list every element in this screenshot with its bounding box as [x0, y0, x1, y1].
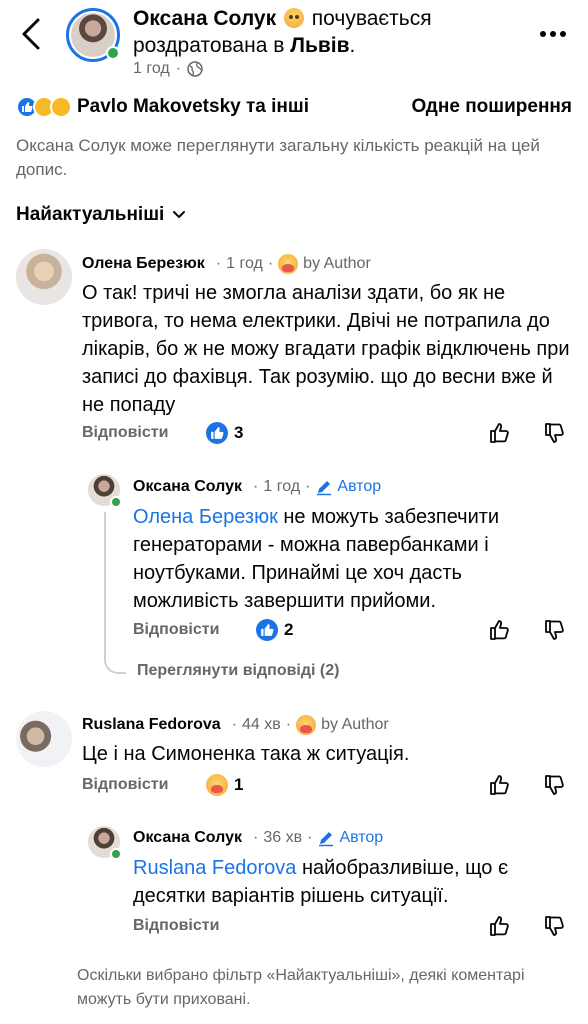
- commenter-name[interactable]: Оксана Солук: [133, 478, 242, 496]
- privacy-note: Оксана Солук може переглянути загальну к…: [16, 136, 540, 179]
- dot-separator: ·: [231, 716, 238, 733]
- like-reaction-icon: [256, 619, 278, 641]
- comment-reactions[interactable]: 2: [256, 619, 293, 641]
- reply-button[interactable]: Відповісти: [82, 424, 168, 442]
- feeling-description: роздратована в: [133, 34, 285, 57]
- care-reaction-icon: [278, 254, 299, 274]
- online-status-dot: [106, 46, 120, 60]
- commenter-avatar[interactable]: [16, 711, 72, 767]
- comment-time[interactable]: 44 хв: [242, 716, 281, 734]
- comment-reactions[interactable]: 1: [206, 774, 243, 796]
- meta-separator: ·: [175, 60, 182, 77]
- reply-thread-line: [104, 512, 126, 674]
- care-reaction-icon: [206, 774, 228, 796]
- thumbs-up-icon[interactable]: [488, 914, 512, 938]
- reaction-count: 2: [284, 620, 294, 639]
- reactions-bar: Pavlo Makovetsky та інші Одне поширення: [16, 92, 572, 122]
- like-reaction-icon: [206, 422, 228, 444]
- post-meta: 1 год ·: [133, 60, 203, 78]
- mention-link[interactable]: Олена Березюк: [133, 506, 278, 528]
- view-replies-link[interactable]: Переглянути відповіді (2): [137, 662, 339, 680]
- comment-text: Олена Березюк не можуть забезпечити гене…: [133, 503, 553, 615]
- dot-separator: ·: [215, 255, 222, 272]
- comment-time[interactable]: 36 хв: [263, 829, 302, 847]
- dot-separator: ·: [305, 478, 311, 495]
- thumbs-up-icon[interactable]: [488, 618, 512, 642]
- feeling-location-line: роздратована в Львів.: [133, 33, 355, 59]
- online-status-dot: [110, 848, 122, 860]
- reactors-names[interactable]: Pavlo Makovetsky та інші: [77, 96, 309, 118]
- comment-time[interactable]: 1 год: [226, 255, 263, 273]
- care-reaction-icon: [50, 96, 72, 118]
- online-status-dot: [110, 496, 122, 508]
- author-reaction-tag: by Author: [303, 255, 371, 272]
- globe-icon: [187, 61, 203, 77]
- commenter-name[interactable]: Оксана Солук: [133, 829, 242, 847]
- thumbs-up-icon[interactable]: [488, 421, 512, 445]
- comment-header: Оксана Солук · 36 хв · Автор: [133, 829, 383, 847]
- thumbs-down-icon[interactable]: [543, 773, 567, 797]
- mention-link[interactable]: Ruslana Fedorova: [133, 857, 296, 879]
- angry-emoji-icon: [283, 8, 304, 28]
- thumbs-down-icon[interactable]: [543, 914, 567, 938]
- care-reaction-icon: [296, 715, 317, 735]
- pencil-icon: [319, 832, 334, 847]
- sort-dropdown[interactable]: Найактуальніші: [16, 204, 186, 226]
- author-badge: Автор: [339, 829, 384, 846]
- commenter-avatar[interactable]: [16, 249, 72, 305]
- author-reaction-tag: by Author: [321, 716, 389, 733]
- dot-separator: ·: [307, 829, 313, 846]
- back-arrow-icon[interactable]: [18, 16, 46, 52]
- reaction-count: 3: [234, 423, 244, 442]
- post-header: Оксана Солук почувається роздратована в …: [0, 0, 588, 88]
- location-suffix: .: [349, 34, 356, 57]
- comment-header: Оксана Солук · 1 год · Автор: [133, 478, 381, 496]
- post-author-name[interactable]: Оксана Солук: [133, 7, 276, 30]
- thumbs-up-icon[interactable]: [488, 773, 512, 797]
- thumbs-down-icon[interactable]: [543, 618, 567, 642]
- reply-button[interactable]: Відповісти: [133, 917, 219, 935]
- post-time[interactable]: 1 год: [133, 60, 170, 78]
- author-badge: Автор: [337, 478, 382, 495]
- reaction-icons[interactable]: [16, 96, 72, 118]
- comment-header: Олена Березюк · 1 год · by Author: [82, 254, 371, 274]
- post-author-line: Оксана Солук почувається: [133, 6, 432, 32]
- commenter-name[interactable]: Олена Березюк: [82, 255, 205, 273]
- comment-text: О так! тричі не змогла аналізи здати, бо…: [82, 282, 570, 416]
- filter-note: Оскільки вибрано фільтр «Найактуальніші»…: [77, 967, 525, 1008]
- reaction-count: 1: [234, 775, 244, 794]
- location-link[interactable]: Львів: [290, 34, 349, 57]
- comment-text: Ruslana Fedorova найобразливіше, що є де…: [133, 854, 553, 910]
- more-options-icon[interactable]: [540, 24, 570, 44]
- dot-separator: ·: [285, 716, 292, 733]
- feeling-text: почувається: [311, 7, 432, 30]
- sort-label: Найактуальніші: [16, 204, 165, 225]
- pencil-icon: [317, 481, 332, 496]
- thumbs-down-icon[interactable]: [543, 421, 567, 445]
- reply-button[interactable]: Відповісти: [133, 621, 219, 639]
- shares-count[interactable]: Одне поширення: [412, 96, 573, 118]
- comment-time[interactable]: 1 год: [263, 478, 300, 496]
- reply-button[interactable]: Відповісти: [82, 776, 168, 794]
- dot-separator: ·: [253, 829, 259, 846]
- chevron-down-icon: [173, 211, 186, 219]
- comment-text: Це і на Симоненка така ж ситуація.: [82, 743, 410, 765]
- comment-header: Ruslana Fedorova · 44 хв · by Author: [82, 715, 389, 735]
- dot-separator: ·: [253, 478, 259, 495]
- dot-separator: ·: [267, 255, 274, 272]
- comment-reactions[interactable]: 3: [206, 422, 243, 444]
- commenter-name[interactable]: Ruslana Fedorova: [82, 716, 221, 734]
